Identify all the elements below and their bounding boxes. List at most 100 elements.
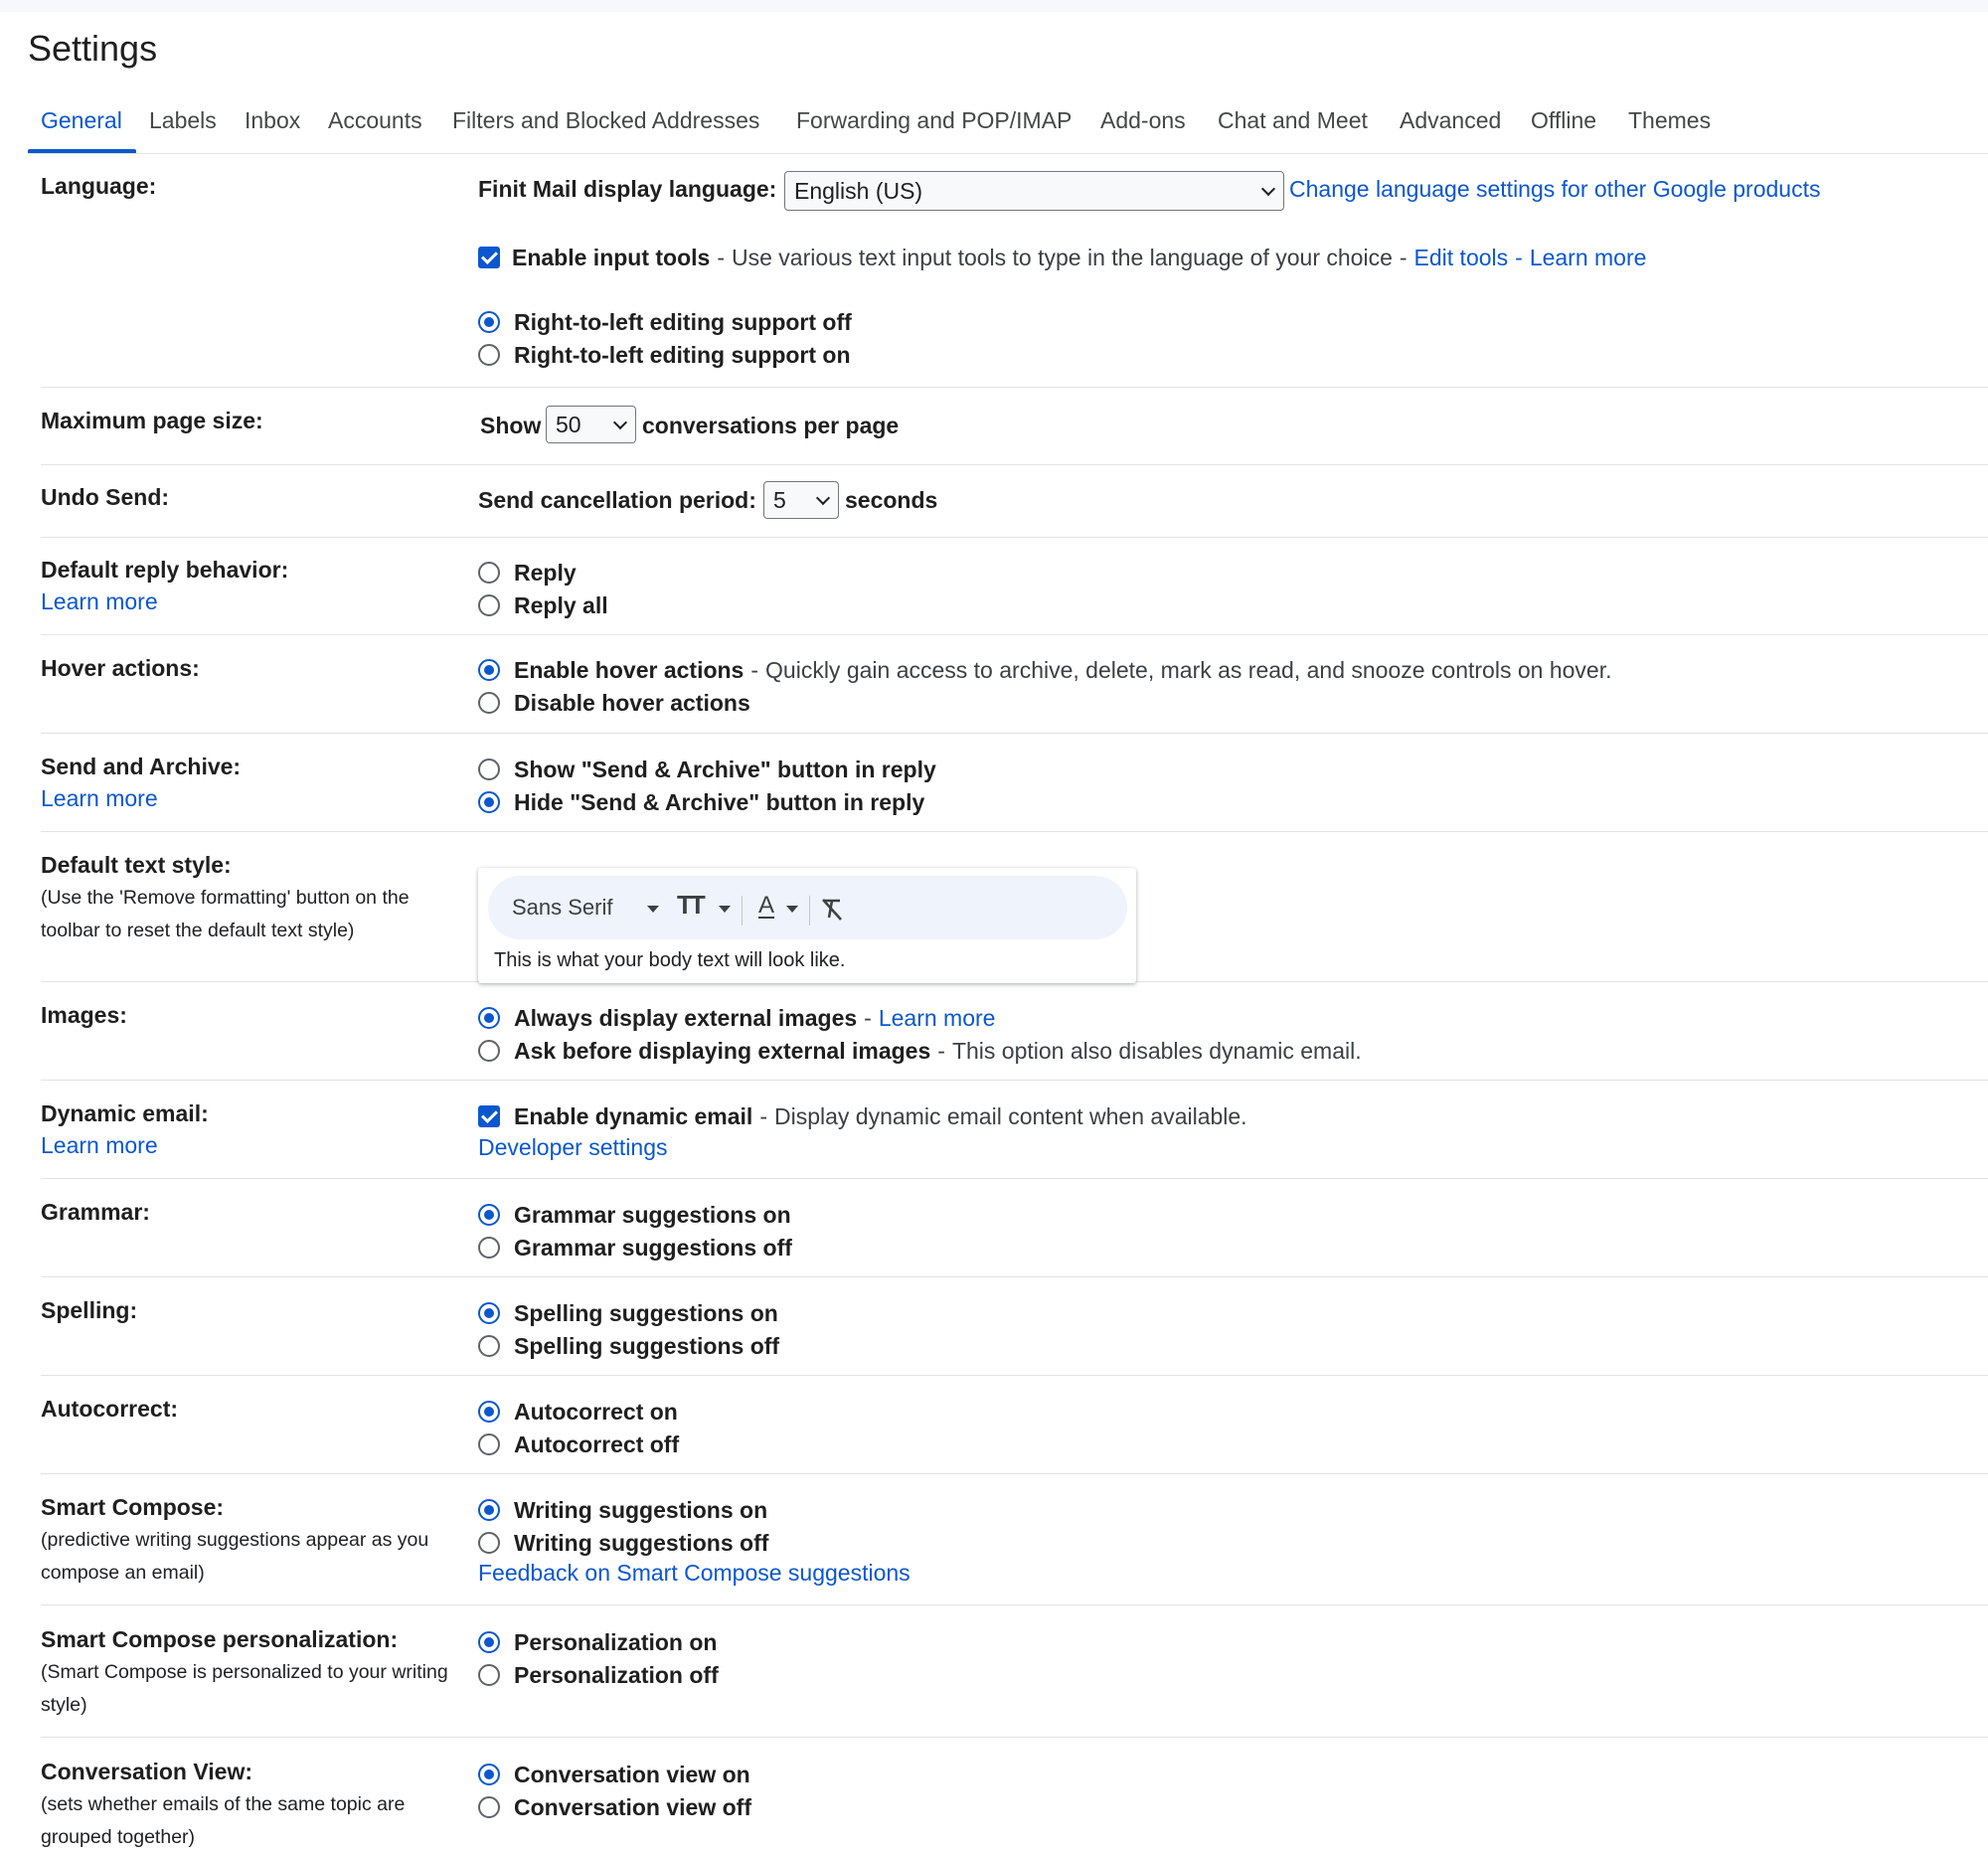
setting-label: Default reply behavior:	[41, 557, 289, 583]
radio-unselected-icon[interactable]	[478, 1040, 500, 1062]
dropdown-chevron-icon	[612, 415, 628, 430]
developer-settings-link[interactable]: Developer settings	[478, 1134, 668, 1161]
toolbar-separator	[809, 896, 810, 926]
ask-before-option[interactable]: Ask before displaying external images - …	[478, 1036, 1362, 1066]
rtl-on-option[interactable]: Right-to-left editing support on	[478, 340, 851, 370]
grammar-on-option[interactable]: Grammar suggestions on	[478, 1200, 791, 1230]
tab-forwarding[interactable]: Forwarding and POP/IMAP	[796, 107, 1072, 134]
tab-themes[interactable]: Themes	[1628, 107, 1711, 134]
radio-unselected-icon[interactable]	[478, 344, 500, 366]
disable-hover-option[interactable]: Disable hover actions	[478, 688, 750, 718]
show-send-archive-label: Show "Send & Archive" button in reply	[514, 756, 936, 782]
text-color-icon[interactable]: A	[758, 892, 774, 920]
learn-more-link[interactable]: Learn more	[41, 589, 158, 615]
radio-selected-icon[interactable]	[478, 1401, 500, 1423]
radio-unselected-icon[interactable]	[478, 1237, 500, 1259]
page-size-select[interactable]: 50	[546, 406, 636, 443]
radio-selected-icon[interactable]	[478, 1631, 500, 1653]
caret-down-icon[interactable]	[786, 906, 798, 913]
learn-more-link[interactable]: Learn more	[41, 1132, 158, 1159]
dynamic-email-label: Enable dynamic email	[514, 1102, 753, 1129]
setting-page-size: Maximum page size: Show 50 conversations…	[41, 406, 1988, 465]
radio-unselected-icon[interactable]	[478, 1664, 500, 1686]
autocorrect-off-option[interactable]: Autocorrect off	[478, 1430, 679, 1459]
setting-autocorrect: Autocorrect: Autocorrect on Autocorrect …	[41, 1396, 1988, 1474]
font-family-select[interactable]: Sans Serif	[512, 895, 613, 921]
tab-inbox[interactable]: Inbox	[245, 107, 300, 134]
grammar-off-label: Grammar suggestions off	[514, 1234, 792, 1261]
radio-unselected-icon[interactable]	[478, 1796, 500, 1818]
text-size-icon[interactable]: TT	[677, 890, 706, 921]
dash: -	[864, 1004, 872, 1031]
radio-selected-icon[interactable]	[478, 791, 500, 813]
setting-spelling: Spelling: Spelling suggestions on Spelli…	[41, 1297, 1988, 1376]
setting-label: Conversation View:	[41, 1759, 253, 1784]
radio-selected-icon[interactable]	[478, 1007, 500, 1029]
writing-suggestions-on-option[interactable]: Writing suggestions on	[478, 1495, 767, 1525]
radio-unselected-icon[interactable]	[478, 594, 500, 616]
caret-down-icon[interactable]	[719, 906, 731, 913]
caret-down-icon[interactable]	[647, 906, 659, 913]
checkbox-checked-icon[interactable]	[478, 1105, 500, 1127]
personalization-off-option[interactable]: Personalization off	[478, 1660, 719, 1690]
radio-unselected-icon[interactable]	[478, 562, 500, 584]
radio-unselected-icon[interactable]	[478, 1335, 500, 1357]
conversation-view-off-option[interactable]: Conversation view off	[478, 1792, 751, 1822]
settings-tabs: General Labels Inbox Accounts Filters an…	[28, 99, 1988, 154]
radio-unselected-icon[interactable]	[478, 758, 500, 780]
enable-hover-option[interactable]: Enable hover actions - Quickly gain acce…	[478, 655, 1611, 685]
autocorrect-on-option[interactable]: Autocorrect on	[478, 1397, 678, 1427]
tab-add-ons[interactable]: Add-ons	[1100, 107, 1186, 134]
toolbar-separator	[742, 896, 743, 926]
spelling-off-option[interactable]: Spelling suggestions off	[478, 1331, 779, 1361]
learn-more-link[interactable]: Learn more	[41, 785, 158, 812]
show-send-archive-option[interactable]: Show "Send & Archive" button in reply	[478, 755, 936, 784]
radio-selected-icon[interactable]	[478, 311, 500, 333]
reply-option[interactable]: Reply	[478, 558, 577, 588]
tab-labels[interactable]: Labels	[149, 107, 217, 134]
radio-selected-icon[interactable]	[478, 1302, 500, 1324]
setting-label: Maximum page size:	[41, 408, 263, 433]
learn-more-link[interactable]: Learn more	[879, 1005, 996, 1032]
tab-accounts[interactable]: Accounts	[328, 107, 422, 134]
tab-filters[interactable]: Filters and Blocked Addresses	[452, 107, 759, 134]
setting-send-archive: Send and Archive: Learn more Show "Send …	[41, 754, 1988, 832]
language-select[interactable]: English (US)	[784, 171, 1284, 211]
learn-more-link[interactable]: Learn more	[1530, 245, 1647, 271]
radio-unselected-icon[interactable]	[478, 1433, 500, 1455]
radio-unselected-icon[interactable]	[478, 1532, 500, 1554]
radio-selected-icon[interactable]	[478, 659, 500, 681]
smart-compose-feedback-link[interactable]: Feedback on Smart Compose suggestions	[478, 1560, 911, 1587]
dropdown-chevron-icon	[1260, 181, 1276, 197]
spelling-off-label: Spelling suggestions off	[514, 1332, 780, 1359]
change-language-link[interactable]: Change language settings for other Googl…	[1289, 176, 1820, 203]
rtl-off-option[interactable]: Right-to-left editing support off	[478, 307, 852, 337]
always-display-option[interactable]: Always display external images - Learn m…	[478, 1003, 995, 1033]
setting-label: Hover actions:	[41, 655, 200, 681]
radio-selected-icon[interactable]	[478, 1764, 500, 1785]
checkbox-checked-icon[interactable]	[478, 247, 500, 268]
tab-offline[interactable]: Offline	[1531, 107, 1596, 134]
input-tools-label: Enable input tools	[512, 244, 711, 270]
dash: -	[759, 1102, 767, 1129]
hide-send-archive-option[interactable]: Hide "Send & Archive" button in reply	[478, 787, 924, 817]
cancellation-label: Send cancellation period:	[478, 487, 756, 513]
radio-unselected-icon[interactable]	[478, 692, 500, 714]
spelling-on-option[interactable]: Spelling suggestions on	[478, 1298, 778, 1328]
radio-selected-icon[interactable]	[478, 1204, 500, 1226]
writing-suggestions-off-option[interactable]: Writing suggestions off	[478, 1528, 768, 1558]
conversation-view-on-option[interactable]: Conversation view on	[478, 1760, 750, 1789]
tab-general[interactable]: General	[41, 107, 122, 134]
cancellation-select[interactable]: 5	[763, 481, 839, 519]
autocorrect-off-label: Autocorrect off	[514, 1431, 680, 1457]
edit-tools-link[interactable]: Edit tools	[1414, 245, 1509, 271]
grammar-off-option[interactable]: Grammar suggestions off	[478, 1233, 792, 1263]
tab-advanced[interactable]: Advanced	[1400, 107, 1501, 134]
personalization-on-option[interactable]: Personalization on	[478, 1627, 717, 1657]
reply-all-option[interactable]: Reply all	[478, 590, 608, 620]
reply-all-label: Reply all	[514, 591, 608, 618]
remove-formatting-icon[interactable]	[818, 896, 846, 924]
setting-reply: Default reply behavior: Learn more Reply…	[41, 557, 1988, 635]
tab-chat-and-meet[interactable]: Chat and Meet	[1218, 107, 1368, 134]
radio-selected-icon[interactable]	[478, 1499, 500, 1521]
